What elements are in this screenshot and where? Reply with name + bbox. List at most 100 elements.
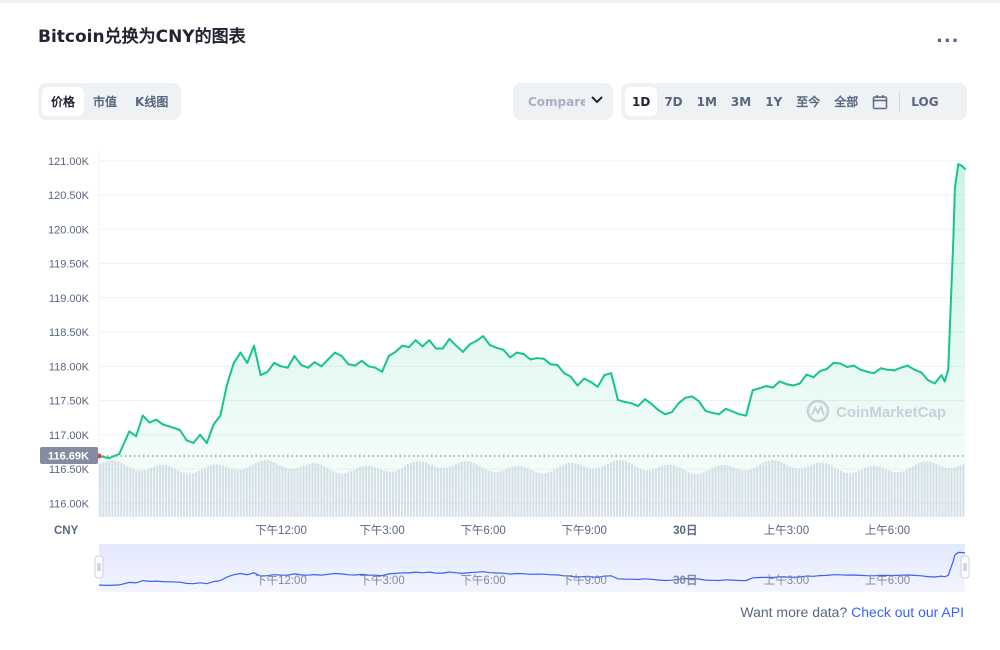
volume-bar	[290, 468, 293, 517]
tab-market-cap[interactable]: 市值	[84, 87, 126, 116]
volume-bar	[305, 464, 308, 517]
navigator-tick-label: 上午3:00	[764, 574, 809, 587]
volume-bar	[403, 466, 406, 517]
volume-bar	[338, 473, 341, 517]
price-point	[515, 351, 518, 354]
volume-bar	[714, 466, 717, 517]
range-all[interactable]: 全部	[827, 87, 865, 116]
volume-bar	[350, 471, 353, 517]
price-point	[108, 457, 111, 460]
price-point	[711, 411, 714, 414]
price-point	[232, 361, 235, 364]
volume-bar	[362, 466, 365, 517]
volume-bar	[783, 463, 786, 517]
calendar-button[interactable]	[865, 87, 895, 116]
volume-bar	[896, 472, 899, 517]
y-tick-label: 117.00K	[49, 430, 90, 442]
volume-bar	[648, 469, 651, 517]
volume-bar	[194, 472, 197, 517]
compare-dropdown[interactable]: Compare t	[513, 83, 613, 120]
price-point	[758, 387, 761, 390]
volume-bar	[421, 461, 424, 517]
price-point	[522, 353, 525, 355]
volume-bar	[851, 472, 854, 517]
volume-bar	[171, 467, 174, 517]
range-1m[interactable]: 1M	[690, 87, 724, 116]
volume-bar	[923, 461, 926, 517]
volume-bar	[687, 472, 690, 517]
volume-bar	[592, 468, 595, 517]
x-tick-label: 上午3:00	[764, 524, 809, 537]
volume-bar	[938, 465, 941, 517]
volume-bar	[129, 467, 132, 517]
price-point	[542, 357, 545, 360]
volume-bar	[962, 463, 965, 517]
price-point	[212, 423, 215, 426]
volume-bar	[621, 460, 624, 517]
volume-bar	[505, 468, 508, 517]
volume-bar	[604, 465, 607, 517]
volume-bar	[215, 464, 218, 517]
range-1y[interactable]: 1Y	[758, 87, 789, 116]
price-point	[168, 425, 171, 428]
price-point	[347, 363, 350, 366]
tab-candlestick[interactable]: K线图	[126, 87, 177, 116]
price-point	[536, 357, 539, 360]
current-price-label: 116.69K	[48, 451, 89, 463]
volume-bar	[869, 466, 872, 517]
tab-price[interactable]: 价格	[42, 87, 85, 116]
volume-bar	[899, 471, 902, 517]
volume-bar	[132, 469, 135, 517]
time-range-tabs: 1D 7D 1M 3M 1Y 至今 全部 LOG	[621, 83, 967, 120]
volume-bar	[657, 467, 660, 517]
log-scale-toggle[interactable]: LOG	[904, 87, 945, 116]
volume-bar	[836, 469, 839, 517]
price-point	[300, 363, 303, 366]
volume-bar	[586, 467, 589, 517]
volume-bar	[750, 469, 753, 517]
api-link[interactable]: Check out our API	[851, 604, 964, 620]
volume-bar	[723, 464, 726, 517]
price-point	[320, 365, 323, 368]
volume-bar	[705, 470, 708, 517]
coinmarketcap-logo-icon	[806, 399, 830, 423]
volume-bar	[574, 463, 577, 517]
volume-bar	[816, 463, 819, 517]
volume-bar	[260, 460, 263, 517]
more-options-icon[interactable]: ...	[936, 26, 960, 47]
price-point	[428, 339, 431, 342]
price-point	[354, 364, 357, 367]
price-point	[313, 361, 316, 364]
volume-bar	[508, 467, 511, 517]
price-point	[495, 346, 498, 349]
price-point	[792, 384, 795, 387]
price-point	[866, 370, 869, 373]
price-point	[603, 374, 606, 377]
navigator-handle-right[interactable]	[960, 555, 970, 579]
volume-bar	[541, 473, 544, 517]
price-point	[765, 385, 768, 388]
price-point	[280, 365, 282, 368]
volume-bar	[959, 465, 962, 517]
price-point	[825, 368, 828, 370]
volume-bar	[105, 461, 108, 517]
range-ytd[interactable]: 至今	[789, 87, 827, 116]
price-point	[266, 370, 269, 373]
range-3m[interactable]: 3M	[724, 87, 758, 116]
volume-bar	[854, 472, 857, 517]
volume-bar	[845, 473, 848, 517]
volume-bar	[529, 469, 532, 517]
price-point	[684, 396, 687, 399]
volume-bar	[568, 463, 571, 517]
range-1d[interactable]: 1D	[625, 87, 658, 116]
volume-bar	[445, 467, 448, 517]
range-7d[interactable]: 7D	[657, 87, 689, 116]
volume-bar	[374, 467, 377, 517]
volume-bar	[335, 472, 338, 517]
volume-bar	[863, 468, 866, 517]
volume-bar	[831, 465, 834, 517]
navigator-handle-left[interactable]	[94, 555, 104, 579]
volume-bar	[810, 465, 813, 517]
price-point	[771, 386, 774, 389]
volume-bar	[266, 460, 269, 517]
